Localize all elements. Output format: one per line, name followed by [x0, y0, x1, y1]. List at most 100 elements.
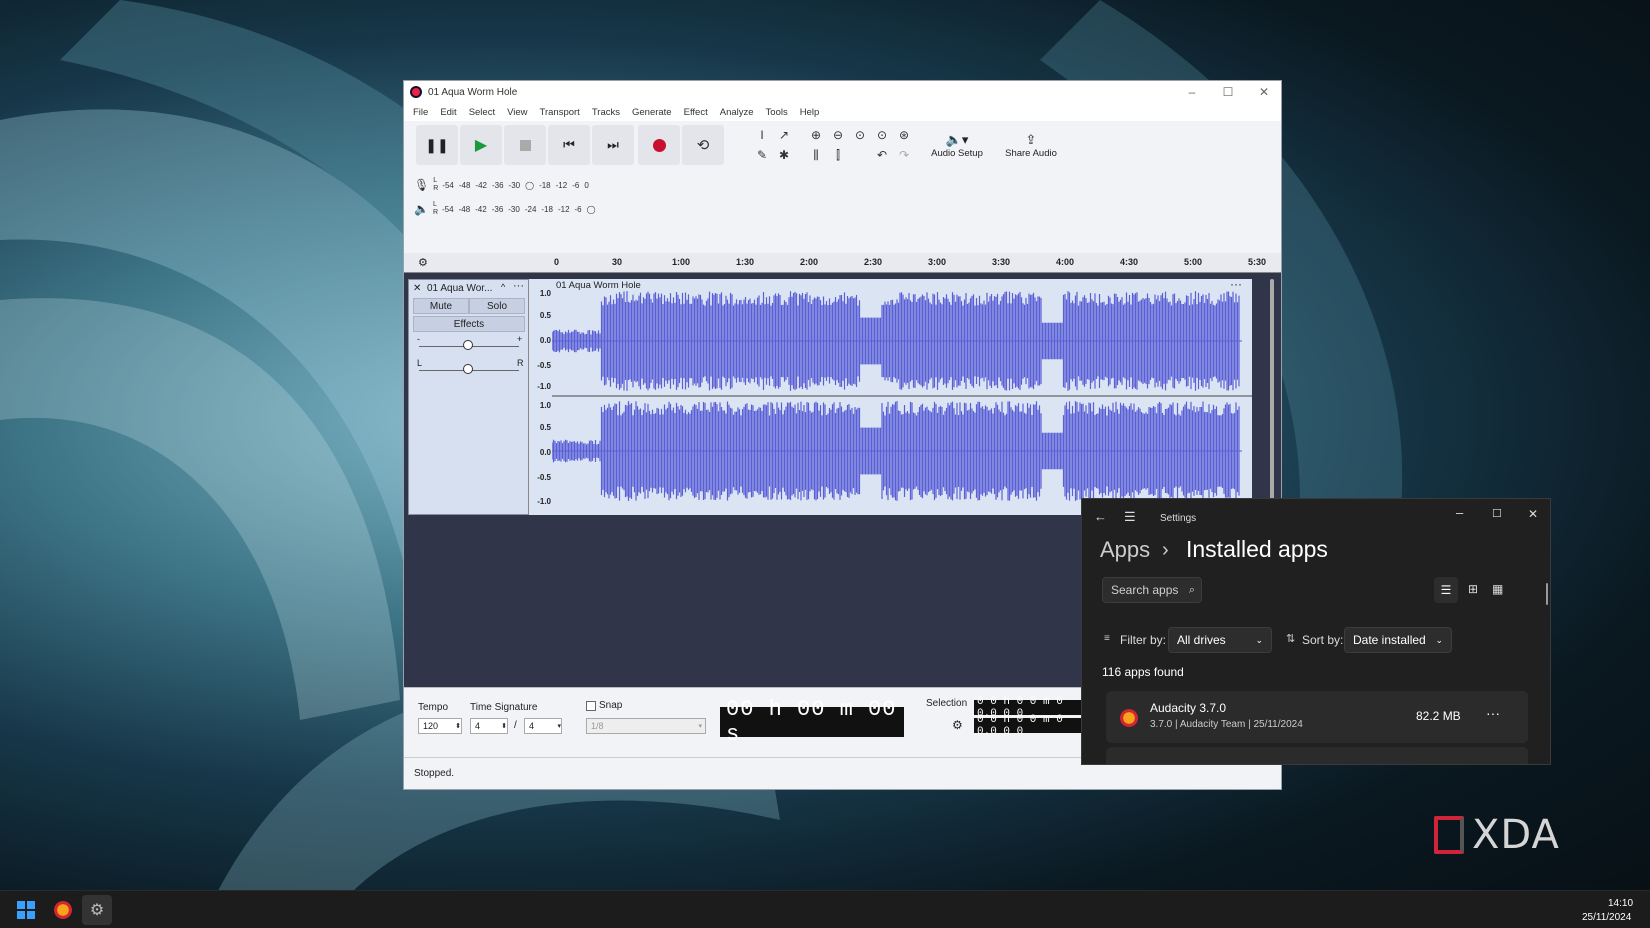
pan-right-label: R — [517, 358, 524, 368]
filter-dropdown[interactable]: All drives ⌄ — [1168, 627, 1272, 653]
spinner-icon[interactable]: ⬍ — [455, 722, 461, 730]
minimize-icon[interactable]: – — [1456, 505, 1463, 520]
chevron-down-icon[interactable]: ▾ — [557, 722, 561, 730]
audacity-app-icon — [410, 86, 422, 98]
effects-button[interactable]: Effects — [413, 316, 525, 332]
menu-analyze[interactable]: Analyze — [714, 107, 760, 118]
stop-icon — [520, 140, 531, 151]
menu-select[interactable]: Select — [463, 107, 501, 118]
menu-tracks[interactable]: Tracks — [586, 107, 626, 118]
play-icon: ▶ — [475, 135, 487, 155]
audacity-titlebar[interactable]: 01 Aqua Worm Hole – ☐ ✕ — [404, 81, 1281, 103]
skip-end-button[interactable]: ⏭ — [592, 125, 634, 165]
stop-button[interactable] — [504, 125, 546, 165]
selection-end[interactable]: 0 0 h 0 0 m 0 0.0 0 0 — [974, 718, 1082, 733]
multi-tool-icon[interactable]: ✱ — [774, 145, 794, 165]
zoom-out-icon[interactable]: ⊖ — [828, 125, 848, 145]
selection-tool-icon[interactable]: I — [752, 125, 772, 145]
menu-view[interactable]: View — [501, 107, 533, 118]
more-options-icon[interactable]: ··· — [1486, 705, 1500, 721]
record-button[interactable] — [638, 125, 680, 165]
menu-effect[interactable]: Effect — [678, 107, 714, 118]
sort-dropdown[interactable]: Date installed ⌄ — [1344, 627, 1452, 653]
selection-settings-icon[interactable]: ⚙ — [952, 718, 963, 732]
pause-button[interactable]: ❚❚ — [416, 125, 458, 165]
view-grid-icon[interactable]: ⊞ — [1468, 582, 1478, 596]
audio-clip[interactable]: 01 Aqua Worm Hole ··· — [552, 279, 1252, 515]
envelope-tool-icon[interactable]: ↗ — [774, 125, 794, 145]
tempo-input[interactable]: 120 ⬍ — [418, 718, 462, 734]
recording-meter[interactable]: 🎙 LR -54 -48 -42 -36 -30 ◯ -18 -12 -6 0 — [414, 175, 1034, 195]
undo-icon[interactable]: ↶ — [872, 145, 892, 165]
filter-icon: ≡ — [1104, 633, 1110, 644]
track-name[interactable]: 01 Aqua Wor... — [427, 283, 492, 294]
track-close-icon[interactable]: ✕ — [413, 283, 421, 294]
track-scrollbar[interactable] — [1270, 279, 1274, 515]
back-arrow-icon[interactable]: ← — [1094, 509, 1107, 524]
timeline-ruler[interactable]: ⚙ 0 30 1:00 1:30 2:00 2:30 3:00 3:30 4:0… — [404, 253, 1281, 273]
time-display[interactable]: 00 h 00 m 00 s — [720, 707, 904, 737]
hamburger-menu-icon[interactable]: ☰ — [1124, 509, 1136, 525]
minimize-icon[interactable]: – — [1174, 81, 1210, 103]
loop-button[interactable]: ⟲ — [682, 125, 724, 165]
snap-checkbox[interactable] — [586, 701, 596, 711]
mute-button[interactable]: Mute — [413, 298, 469, 314]
app-list-item[interactable]: Audacity 3.7.0 3.7.0 | Audacity Team | 2… — [1106, 691, 1528, 743]
settings-scrollbar[interactable] — [1546, 583, 1548, 605]
waveform[interactable] — [552, 279, 1252, 515]
pan-slider-handle[interactable] — [463, 364, 473, 374]
trim-icon[interactable]: ⫼ — [806, 145, 826, 165]
taskbar-settings-icon[interactable]: ⚙ — [82, 895, 112, 925]
maximize-icon[interactable]: ☐ — [1492, 507, 1502, 520]
playback-meter[interactable]: 🔈 LR -54 -48 -42 -36 -30 -24 -18 -12 -6 … — [414, 199, 1034, 219]
menu-file[interactable]: File — [407, 107, 434, 118]
vertical-scale[interactable]: 1.0 0.5 0.0 -0.5 -1.0 1.0 0.5 0.0 -0.5 -… — [528, 279, 554, 515]
gain-slider-handle[interactable] — [463, 340, 473, 350]
meter-slider-icon[interactable]: ◯ — [587, 205, 596, 214]
clock-time[interactable]: 14:10 — [1608, 898, 1633, 909]
view-list-button[interactable]: ☰ — [1434, 577, 1458, 603]
track-collapse-icon[interactable]: ^ — [501, 282, 505, 292]
start-windows-icon[interactable] — [17, 901, 35, 919]
snap-select[interactable]: 1/8 ▾ — [586, 718, 706, 734]
timeline-settings-icon[interactable]: ⚙ — [418, 256, 428, 269]
menu-tools[interactable]: Tools — [760, 107, 794, 118]
skip-end-icon: ⏭ — [607, 137, 619, 153]
clock-date[interactable]: 25/11/2024 — [1582, 912, 1631, 923]
close-icon[interactable]: ✕ — [1246, 81, 1282, 103]
track-menu-icon[interactable]: ··· — [513, 280, 524, 292]
time-sig-denominator[interactable]: 4 ▾ — [524, 718, 562, 734]
menu-help[interactable]: Help — [794, 107, 826, 118]
menu-transport[interactable]: Transport — [534, 107, 586, 118]
pause-icon: ❚❚ — [425, 137, 448, 154]
taskbar-audacity-icon[interactable] — [54, 901, 72, 919]
zoom-toggle-icon[interactable]: ⊛ — [894, 125, 914, 145]
menu-edit[interactable]: Edit — [434, 107, 462, 118]
track-control-panel[interactable]: ✕ 01 Aqua Wor... ^ ··· Mute Solo Effects… — [408, 279, 530, 515]
search-apps-input[interactable]: Search apps ⌕ — [1102, 577, 1202, 603]
ruler-label: 0 — [554, 257, 559, 267]
audio-setup-button[interactable]: 🔈▾ Audio Setup — [926, 125, 988, 165]
redo-icon[interactable]: ↷ — [894, 145, 914, 165]
meter-slider-icon[interactable]: ◯ — [525, 181, 534, 190]
skip-start-button[interactable]: ⏮ — [548, 125, 590, 165]
fit-selection-icon[interactable]: ⊙ — [850, 125, 870, 145]
menu-generate[interactable]: Generate — [626, 107, 678, 118]
solo-button[interactable]: Solo — [469, 298, 525, 314]
share-audio-label: Share Audio — [1005, 148, 1057, 159]
zoom-in-icon[interactable]: ⊕ — [806, 125, 826, 145]
breadcrumb-apps[interactable]: Apps — [1100, 537, 1150, 563]
play-button[interactable]: ▶ — [460, 125, 502, 165]
view-tile-icon[interactable]: ▦ — [1492, 582, 1503, 596]
maximize-icon[interactable]: ☐ — [1210, 81, 1246, 103]
next-list-item[interactable] — [1106, 747, 1528, 765]
ruler-label: 4:30 — [1120, 257, 1138, 267]
chevron-down-icon[interactable]: ▾ — [698, 722, 702, 730]
draw-tool-icon[interactable]: ✎ — [752, 145, 772, 165]
silence-icon[interactable]: ⫿ — [828, 145, 848, 165]
time-sig-numerator[interactable]: 4 ⬍ — [470, 718, 508, 734]
share-audio-button[interactable]: ⇪ Share Audio — [1000, 125, 1062, 165]
spinner-icon[interactable]: ⬍ — [501, 722, 507, 730]
fit-project-icon[interactable]: ⊙ — [872, 125, 892, 145]
close-icon[interactable]: ✕ — [1528, 507, 1538, 521]
